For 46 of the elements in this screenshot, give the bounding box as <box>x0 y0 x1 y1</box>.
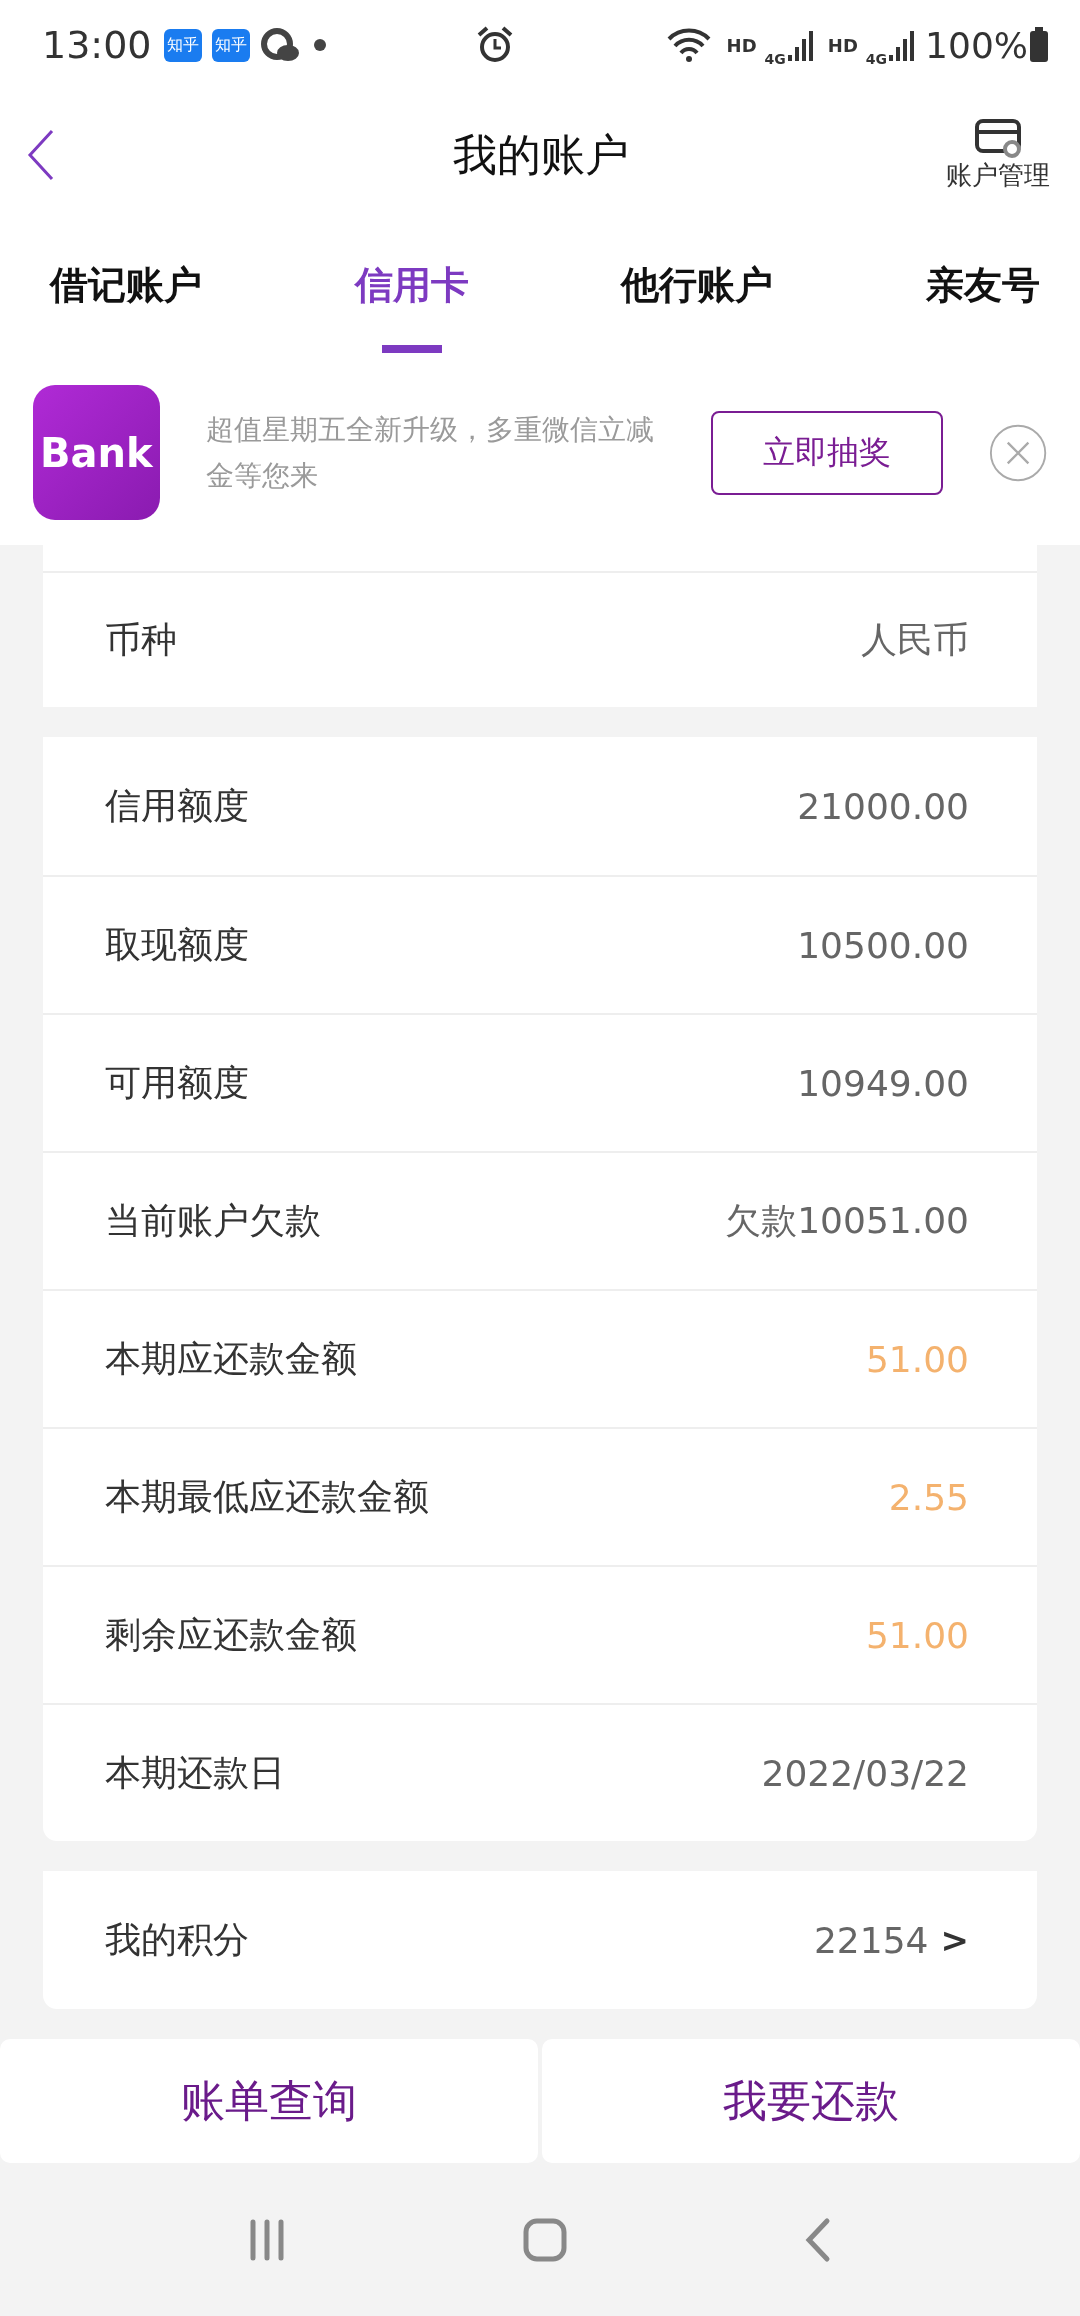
row-label: 当前账户欠款 <box>105 1198 321 1243</box>
network-label: 4G <box>764 51 786 67</box>
action-button[interactable]: 账单查询 <box>0 2039 538 2163</box>
row-value: 51.00 <box>865 1614 969 1656</box>
row-value: 21000.00 <box>797 785 969 827</box>
chevron: > <box>940 1920 969 1960</box>
draw-button[interactable]: 立即抽奖 <box>711 410 943 495</box>
notification-dot <box>313 39 326 51</box>
network-label: 4G <box>865 51 888 67</box>
app-badge: 知乎 <box>163 28 202 62</box>
row-value: 人民币 <box>861 617 969 662</box>
row-label: 可用额度 <box>105 1060 249 1105</box>
battery-icon <box>1028 27 1050 63</box>
row-value: 51.00 <box>865 1338 969 1380</box>
row-value: 2.55 <box>888 1476 969 1518</box>
tab[interactable]: 他行账户 <box>621 260 774 360</box>
row-label: 本期应还款金额 <box>105 1336 357 1381</box>
row-value: 22154 <box>813 1919 929 1961</box>
row-label: 本期还款日 <box>105 1750 285 1795</box>
row-label: 信用额度 <box>105 783 249 828</box>
card-gear-icon <box>974 117 1022 158</box>
app-badge: 知乎 <box>211 28 250 62</box>
row-value: 10500.00 <box>797 924 969 966</box>
status-time: 13:00 <box>42 23 152 67</box>
tab[interactable]: 借记账户 <box>50 260 202 360</box>
cloud-app-icon <box>259 27 300 63</box>
bank-logo: Bank <box>33 385 160 520</box>
back-icon[interactable] <box>26 128 56 182</box>
hd-label: HD <box>827 34 858 56</box>
row-value: 欠款10051.00 <box>725 1198 969 1243</box>
action-button[interactable]: 我要还款 <box>542 2039 1080 2163</box>
row-label: 币种 <box>105 617 177 662</box>
row-label: 剩余应还款金额 <box>105 1612 357 1657</box>
battery-percent: 100% <box>925 24 1028 66</box>
tab[interactable]: 亲友号 <box>925 260 1040 360</box>
tab[interactable]: 信用卡 <box>354 260 469 360</box>
row-value: 10949.00 <box>797 1062 969 1104</box>
row-label: 取现额度 <box>105 922 249 967</box>
home-icon[interactable] <box>522 2216 568 2263</box>
page-title: 我的账户 <box>453 127 629 182</box>
row-value: 2022/03/22 <box>761 1752 969 1794</box>
hd-label: HD <box>726 34 757 56</box>
row-label: 我的积分 <box>105 1917 249 1962</box>
row-label: 本期最低应还款金额 <box>105 1474 429 1519</box>
account-management-button[interactable]: 账户管理 <box>946 117 1050 193</box>
banner-text: 超值星期五全新升级，多重微信立减金等您来 <box>205 411 655 494</box>
